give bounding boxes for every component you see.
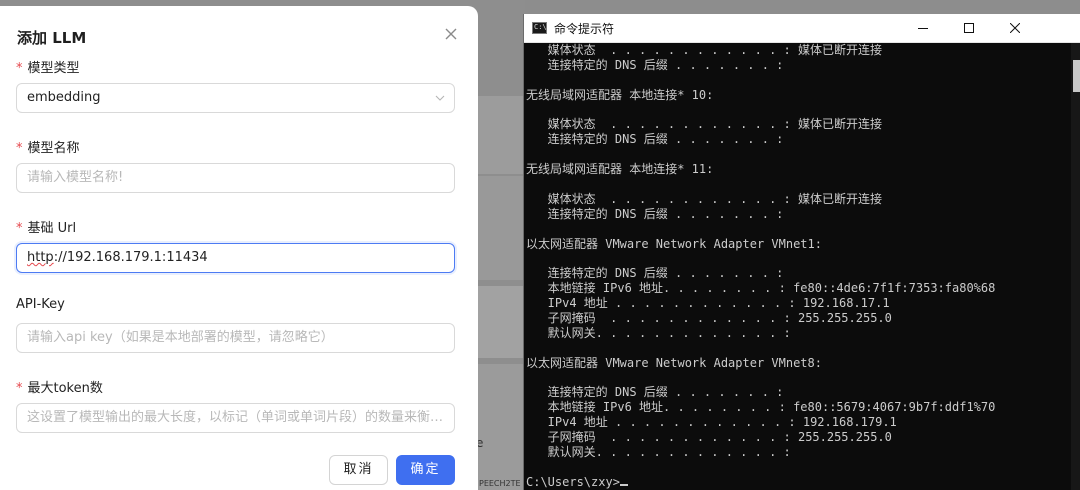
window-close-button[interactable] [992,14,1038,43]
terminal-line: 媒体状态 . . . . . . . . . . . . : 媒体已断开连接 [526,117,882,132]
base-url-value: ://192.168.179.1:11434 [53,250,208,265]
background-panel [476,286,525,358]
base-url-input[interactable]: http://192.168.179.1:11434 [16,243,455,273]
terminal-line: 连接特定的 DNS 后缀 . . . . . . . : [526,385,784,400]
minimize-icon [918,28,928,29]
model-type-label: * 模型类型 [16,57,80,76]
label-text: 基础 Url [27,221,77,236]
spellcheck-underline: http [27,250,54,265]
maximize-button[interactable] [946,14,992,43]
background-panel [476,96,525,174]
window-title: 命令提示符 [554,22,615,36]
terminal-line: 连接特定的 DNS 后缀 . . . . . . . : [526,132,784,147]
terminal-icon: C:\ [532,22,547,34]
command-prompt-window[interactable]: C:\ 命令提示符 媒体状态 . . . . . . . . . . . . :… [523,14,1080,490]
max-tokens-label: * 最大token数 [16,377,103,396]
ok-button[interactable]: 确定 [396,455,455,485]
api-key-input[interactable]: 请输入api key（如果是本地部署的模型，请忽略它） [16,323,455,353]
terminal-line: IPv4 地址 . . . . . . . . . . . . : 192.16… [526,296,890,311]
terminal-line: 以太网适配器 VMware Network Adapter VMnet8: [526,355,822,370]
required-mark: * [16,221,23,236]
maximize-icon [964,23,974,33]
scrollbar-thumb[interactable] [1073,60,1080,92]
scrollbar[interactable] [1071,43,1080,490]
terminal-line: 连接特定的 DNS 后缀 . . . . . . . : [526,57,784,72]
terminal-line: 媒体状态 . . . . . . . . . . . . : 媒体已断开连接 [526,43,882,57]
terminal-output[interactable]: 媒体状态 . . . . . . . . . . . . : 媒体已断开连接 连… [524,43,1073,490]
terminal-line: 媒体状态 . . . . . . . . . . . . : 媒体已断开连接 [526,191,882,206]
label-text: 最大token数 [27,381,103,396]
base-url-label: * 基础 Url [16,217,76,236]
model-name-label: * 模型名称 [16,137,80,156]
terminal-line: 无线局域网适配器 本地连接* 10: [526,87,714,102]
background-text: PEECH2TE [479,479,521,488]
api-key-label: API-Key [16,297,65,312]
label-text: 模型类型 [27,61,80,76]
model-type-value: embedding [27,90,101,105]
model-name-input[interactable]: 请输入模型名称! [16,163,455,193]
close-icon[interactable] [441,24,461,44]
modal-title: 添加 LLM [17,29,87,47]
command-prompt-line: C:\Users\zxy> [526,475,1073,490]
cancel-button[interactable]: 取消 [329,455,388,485]
terminal-line: 默认网关. . . . . . . . . . . . . : [526,325,791,340]
terminal-line: 无线局域网适配器 本地连接* 11: [526,162,714,177]
required-mark: * [16,141,23,156]
terminal-line: 默认网关. . . . . . . . . . . . . : [526,445,791,460]
terminal-line: 以太网适配器 VMware Network Adapter VMnet1: [526,236,822,251]
add-llm-modal: 添加 LLM * 模型类型 embedding * 模型名称 请输入模型名称! * 基… [0,6,478,490]
label-text: 模型名称 [27,141,80,156]
chevron-down-icon [435,95,445,101]
terminal-line: 连接特定的 DNS 后缀 . . . . . . . : [526,266,784,281]
required-mark: * [16,381,23,396]
text-cursor [619,483,628,486]
model-type-select[interactable]: embedding [16,83,455,113]
terminal-line: 本地链接 IPv6 地址. . . . . . . . : fe80::4de6… [526,281,996,296]
terminal-line: 子网掩码 . . . . . . . . . . . . : 255.255.2… [526,311,892,326]
terminal-line: 本地链接 IPv6 地址. . . . . . . . : fe80::5679… [526,400,996,415]
required-mark: * [16,61,23,76]
window-titlebar[interactable]: C:\ 命令提示符 [524,14,1080,43]
terminal-line: 子网掩码 . . . . . . . . . . . . : 255.255.2… [526,430,892,445]
minimize-button[interactable] [900,14,946,43]
terminal-line: IPv4 地址 . . . . . . . . . . . . : 192.16… [526,415,897,430]
terminal-line: 连接特定的 DNS 后缀 . . . . . . . : [526,206,784,221]
close-icon [1010,23,1020,33]
background-panel [476,176,525,280]
max-tokens-input[interactable]: 这设置了模型输出的最大长度，以标记（单词或单词片段）的数量来衡量。 [16,403,455,433]
background-panel [476,364,525,490]
icon-text: C:\ [534,23,547,31]
